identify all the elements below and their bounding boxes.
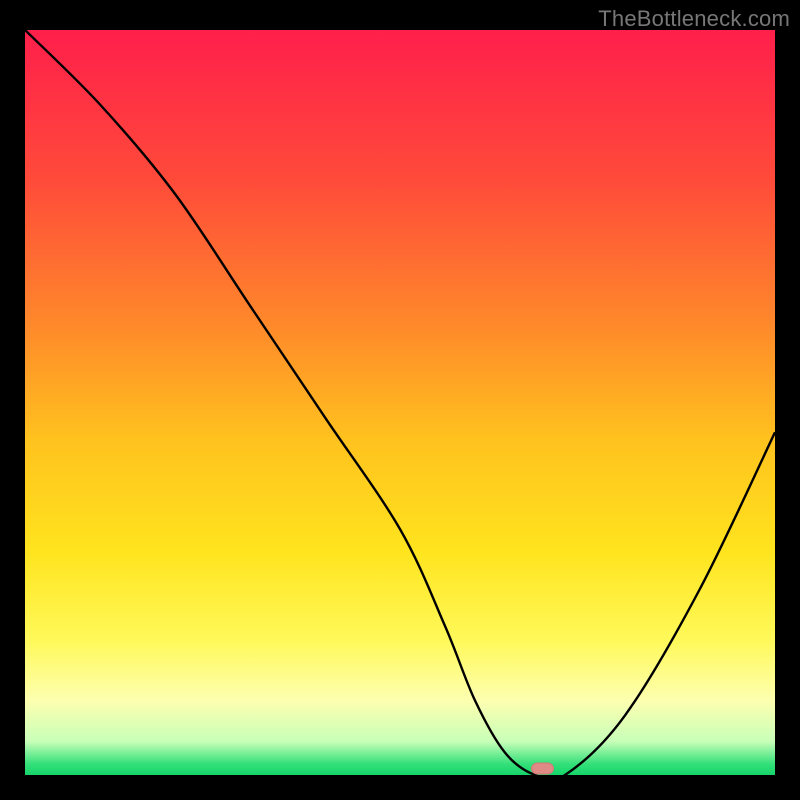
gradient-background bbox=[25, 30, 775, 775]
chart-frame: TheBottleneck.com bbox=[0, 0, 800, 800]
watermark-text: TheBottleneck.com bbox=[598, 6, 790, 32]
optimal-point-marker bbox=[532, 763, 554, 774]
plot-area bbox=[25, 30, 775, 775]
bottleneck-chart bbox=[25, 30, 775, 775]
